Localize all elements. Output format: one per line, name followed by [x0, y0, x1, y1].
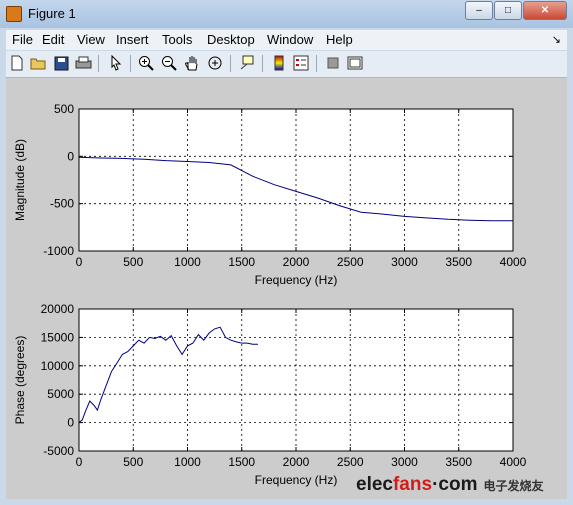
axes-1: 0 500 1000 1500 2000 2500 3000 3500 4000 500 0 -500…	[13, 102, 527, 287]
menu-view[interactable]: View	[77, 32, 105, 47]
x-tick-label: 2500	[337, 255, 364, 269]
data-cursor-icon[interactable]	[238, 54, 256, 72]
open-file-icon[interactable]	[30, 54, 48, 72]
figure-canvas: 0 500 1000 1500 2000 2500 3000 3500 4000 500 0 -500…	[6, 78, 567, 499]
show-plot-tools-icon[interactable]	[346, 54, 364, 72]
watermark-chinese-text: 电子发烧友	[483, 478, 544, 493]
close-button[interactable]: ✕	[523, 1, 567, 20]
y-tick-label: 10000	[41, 359, 75, 373]
watermark: elecfans·com 电子发烧友	[356, 473, 566, 497]
y-tick-label: 20000	[41, 302, 75, 316]
menu-file[interactable]: File	[12, 32, 33, 47]
x-tick-label: 4000	[500, 455, 527, 469]
y-tick-label: 5000	[47, 387, 74, 401]
zoom-out-icon[interactable]	[160, 54, 178, 72]
toolbar-separator	[98, 55, 99, 72]
toolbar-separator	[130, 55, 131, 72]
edit-plot-arrow-icon[interactable]	[107, 54, 125, 72]
x-tick-label: 1500	[228, 455, 255, 469]
toolbar-separator	[230, 55, 231, 72]
window-controls: – □ ✕	[464, 1, 567, 20]
x-tick-label: 1000	[174, 255, 201, 269]
figure-toolbar	[6, 51, 567, 78]
toolbar-separator	[316, 55, 317, 72]
matlab-app-icon	[6, 6, 22, 22]
rotate-3d-icon[interactable]	[206, 54, 224, 72]
save-icon[interactable]	[52, 54, 70, 72]
menu-help[interactable]: Help	[326, 32, 353, 47]
y-tick-label: 500	[54, 102, 74, 116]
new-figure-icon[interactable]	[8, 54, 26, 72]
y-tick-label: 15000	[41, 330, 75, 344]
zoom-in-icon[interactable]	[137, 54, 155, 72]
figure-window: Figure 1 – □ ✕ File Edit View Insert Too…	[0, 0, 573, 505]
menu-edit[interactable]: Edit	[42, 32, 64, 47]
axes-2: 0 500 1000 1500 2000 2500 3000 3500 4000 20000 150…	[13, 302, 527, 487]
x-tick-label: 2000	[283, 455, 310, 469]
x-tick-label: 3500	[445, 255, 472, 269]
x-tick-label: 3000	[391, 455, 418, 469]
print-icon[interactable]	[74, 54, 92, 72]
y-tick-label: -1000	[43, 244, 74, 258]
menu-tools[interactable]: Tools	[162, 32, 192, 47]
y-axis-label: Magnitude (dB)	[13, 139, 27, 221]
y-tick-label: -5000	[43, 444, 74, 458]
x-tick-label: 500	[123, 255, 143, 269]
x-tick-label: 3000	[391, 255, 418, 269]
menu-bar: File Edit View Insert Tools Desktop Wind…	[6, 30, 567, 50]
window-title: Figure 1	[28, 6, 76, 21]
title-bar[interactable]: Figure 1 – □ ✕	[0, 0, 573, 28]
x-tick-label: 0	[76, 455, 83, 469]
x-tick-label: 3500	[445, 455, 472, 469]
menubar-dock-arrow-icon[interactable]: ↘	[552, 33, 561, 46]
maximize-button[interactable]: □	[494, 1, 522, 20]
x-axis-label: Frequency (Hz)	[255, 473, 338, 487]
x-tick-label: 1500	[228, 255, 255, 269]
x-tick-label: 2500	[337, 455, 364, 469]
hide-plot-tools-icon[interactable]	[324, 54, 342, 72]
y-tick-label: 0	[67, 416, 74, 430]
elecfans-logo: elecfans·com	[356, 474, 478, 495]
menu-desktop[interactable]: Desktop	[207, 32, 255, 47]
insert-colorbar-icon[interactable]	[270, 54, 288, 72]
menu-insert[interactable]: Insert	[116, 32, 149, 47]
x-tick-label: 500	[123, 455, 143, 469]
x-tick-label: 1000	[174, 455, 201, 469]
minimize-button[interactable]: –	[465, 1, 493, 20]
x-tick-label: 2000	[283, 255, 310, 269]
plot-area: 0 500 1000 1500 2000 2500 3000 3500 40005000-500…	[13, 102, 527, 487]
insert-legend-icon[interactable]	[292, 54, 310, 72]
y-tick-label: -500	[50, 197, 74, 211]
y-axis-label: Phase (degrees)	[13, 336, 27, 425]
y-tick-label: 0	[67, 149, 74, 163]
x-axis-label: Frequency (Hz)	[255, 273, 338, 287]
menu-window[interactable]: Window	[267, 32, 313, 47]
pan-hand-icon[interactable]	[183, 54, 201, 72]
toolbar-separator	[262, 55, 263, 72]
x-tick-label: 0	[76, 255, 83, 269]
x-tick-label: 4000	[500, 255, 527, 269]
